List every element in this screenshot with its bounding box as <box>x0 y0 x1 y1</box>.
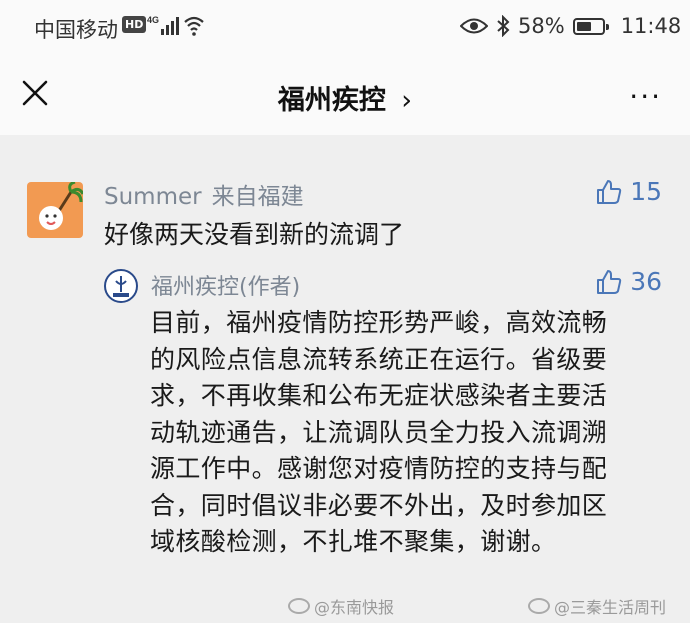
reply-line: 目前，福州疫情防控形势严峻，高效流畅 <box>150 308 608 337</box>
status-bar: 中国移动 HD 4G 58% 11:48 <box>0 0 690 56</box>
signal-icon: 4G <box>147 13 205 42</box>
weibo-icon <box>288 598 310 614</box>
wifi-icon <box>184 16 204 36</box>
bluetooth-icon <box>497 15 510 37</box>
reply-like-count: 36 <box>630 267 662 296</box>
battery-fill <box>576 21 591 31</box>
comment-location: 来自福建 <box>211 184 304 210</box>
comment-like-button[interactable]: 15 <box>596 177 662 206</box>
thumbs-up-icon <box>597 179 622 204</box>
reply-like-button[interactable]: 36 <box>596 267 662 296</box>
comment-author[interactable]: Summer 来自福建 <box>104 177 304 211</box>
reply-avatar[interactable] <box>104 269 138 303</box>
top-bar: 中国移动 HD 4G 58% 11:48 福州疾控 › ··· <box>0 0 690 135</box>
hd-badge: HD <box>122 16 147 33</box>
chevron-right-icon: › <box>401 85 413 116</box>
thumbs-up-icon <box>597 269 622 294</box>
watermark-right: @三秦生活周刊 <box>528 594 666 618</box>
comment-card: Summer 来自福建 15 好像两天没看到新的流调了 福州疾控(作者) 36 目… <box>0 135 690 623</box>
carrier-label: 中国移动 <box>34 18 118 42</box>
reply-line: 域核酸检测，不扎堆不聚集，谢谢。 <box>150 527 557 556</box>
more-icon[interactable]: ··· <box>629 80 662 113</box>
battery-icon <box>572 17 609 35</box>
reply-line: 求，不再收集和公布无症状感染者主要活 <box>150 381 608 410</box>
watermark-left-text: @东南快报 <box>314 598 395 617</box>
status-right: 58% 11:48 <box>460 14 681 38</box>
eye-icon <box>460 18 488 34</box>
battery-percent: 58% <box>518 14 565 38</box>
nav-bar: 福州疾控 › ··· <box>0 56 690 135</box>
watermark-left: @东南快报 <box>288 594 394 618</box>
avatar[interactable] <box>27 182 83 238</box>
comment-username: Summer <box>104 184 202 210</box>
reply-line: 动轨迹通告，让流调队员全力投入流调溯 <box>150 417 608 447</box>
comment-like-count: 15 <box>630 177 662 206</box>
watermark-right-text: @三秦生活周刊 <box>554 598 667 617</box>
reply-line: 源工作中。感谢您对疫情防控的支持与配 <box>150 454 608 483</box>
page-title[interactable]: 福州疾控 › <box>0 78 690 117</box>
clock: 11:48 <box>620 14 682 38</box>
reply-author[interactable]: 福州疾控(作者) <box>151 269 300 301</box>
page-title-text: 福州疾控 <box>277 85 386 116</box>
reply-line: 的风险点信息流转系统正在运行。省级要 <box>150 344 608 374</box>
weibo-icon <box>528 598 550 614</box>
reply-line: 合，同时倡议非必要不外出，及时参加区 <box>150 490 608 520</box>
comment-text: 好像两天没看到新的流调了 <box>104 220 405 249</box>
network-label: 4G <box>147 15 159 25</box>
reply-text: 目前，福州疫情防控形势严峻，高效流畅 的风险点信息流转系统正在运行。省级要 求，… <box>150 305 670 561</box>
